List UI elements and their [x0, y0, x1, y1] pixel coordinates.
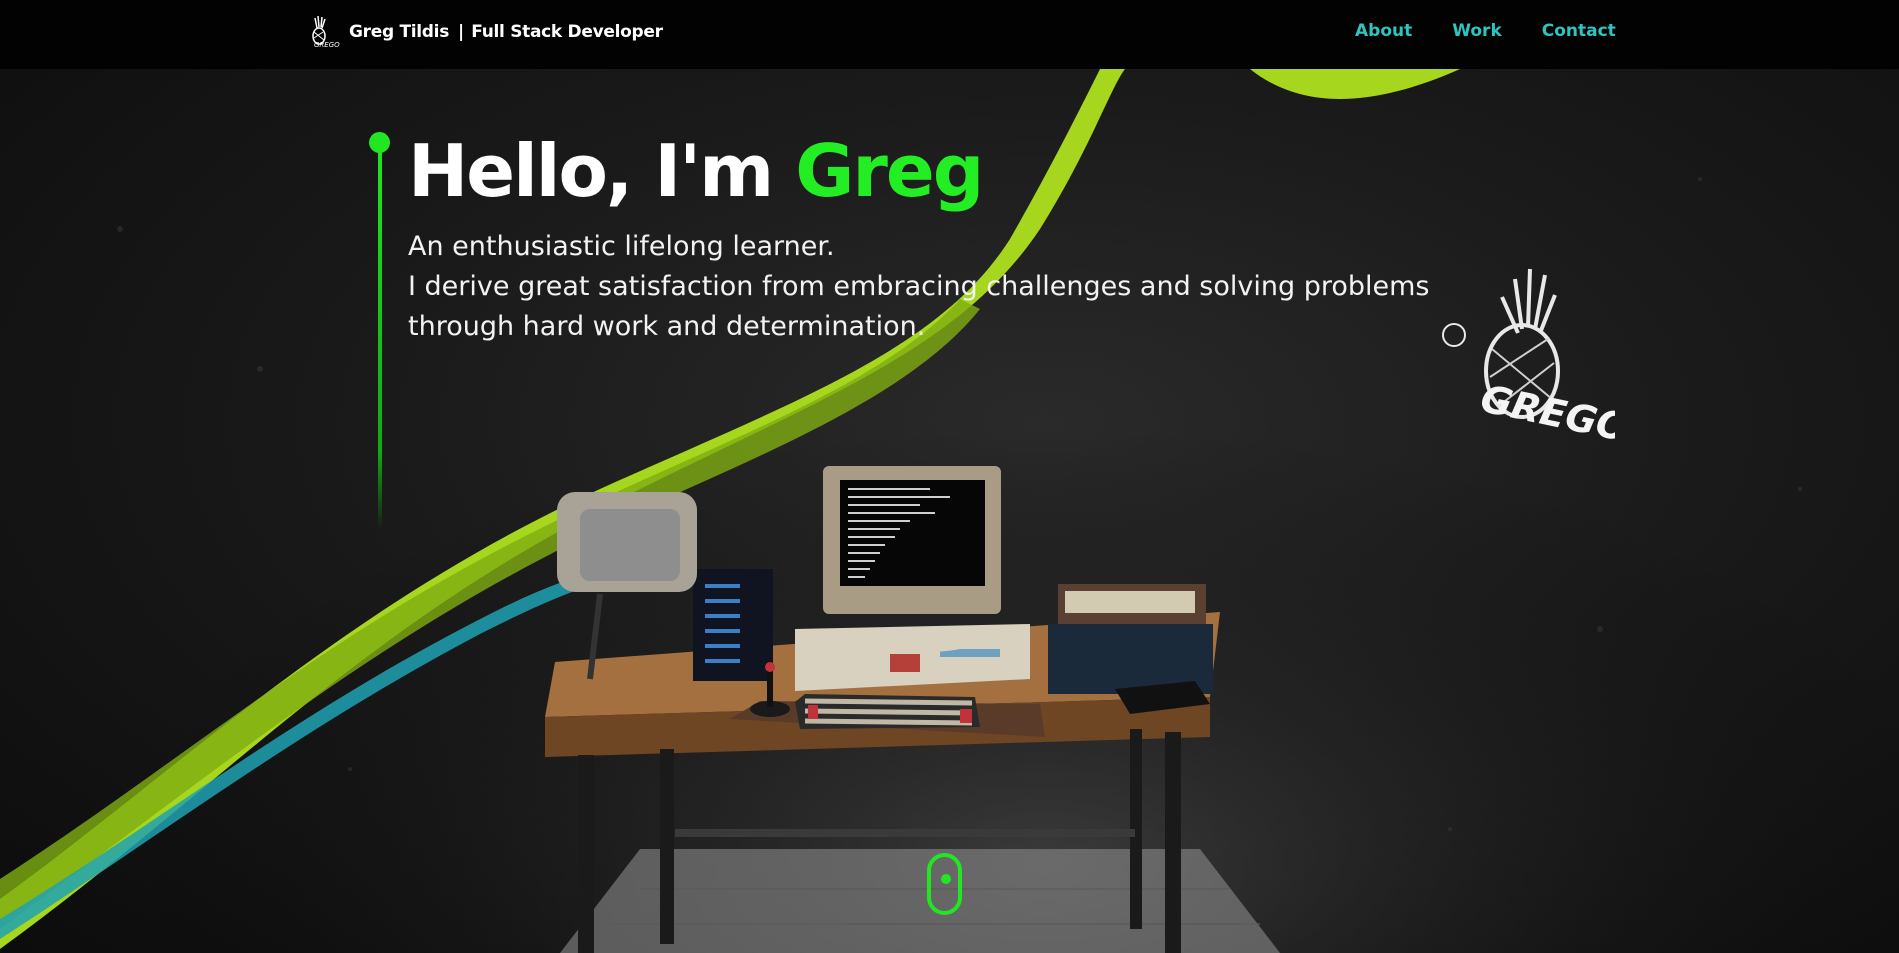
- pineapple-logo-icon: GREGO: [312, 15, 340, 49]
- monitor-screen: [840, 480, 985, 586]
- desk-leg-mid: [660, 749, 674, 944]
- timeline-line: [378, 145, 382, 530]
- name-highlight: Greg: [795, 129, 984, 213]
- desk-leg-right: [1165, 732, 1181, 953]
- brand[interactable]: GREGO Greg Tildis | Full Stack Developer: [303, 14, 663, 50]
- monitor-base: [880, 636, 970, 652]
- nav-links: About Work Contact: [1355, 21, 1656, 41]
- grego-pineapple-logo-icon: GREGO: [1442, 268, 1615, 439]
- crt-screen: [580, 509, 680, 581]
- brand-name: Greg Tildis: [349, 22, 450, 42]
- nav-link-contact[interactable]: Contact: [1542, 21, 1616, 41]
- nav-link-about[interactable]: About: [1355, 21, 1412, 41]
- desk-leg-left: [578, 755, 594, 953]
- tagline-line-1: An enthusiastic lifelong learner.: [408, 231, 835, 262]
- desk-crossbar: [675, 829, 1135, 837]
- teal-ribbon: [0, 564, 620, 939]
- scroll-dot: [941, 874, 951, 884]
- hero-headline: Hello, I'm Greg: [408, 129, 984, 213]
- tagline-line-2: I derive great satisfaction from embraci…: [408, 271, 1430, 302]
- green-ribbon-top: [1250, 69, 1460, 99]
- greeting-text: Hello, I'm: [408, 129, 796, 213]
- tagline-line-3: through hard work and determination.: [408, 311, 926, 342]
- top-navbar: GREGO Greg Tildis | Full Stack Developer…: [0, 0, 1899, 69]
- hero-section: Hello, I'm Greg An enthusiastic lifelong…: [0, 69, 1899, 953]
- nav-link-work[interactable]: Work: [1452, 21, 1502, 41]
- brand-separator: |: [458, 22, 465, 42]
- svg-text:GREGO: GREGO: [314, 41, 340, 49]
- computer-case-vents: [890, 654, 920, 672]
- scroll-down-indicator[interactable]: [927, 853, 962, 915]
- svg-text:GREGO: GREGO: [1477, 376, 1615, 439]
- hero-tagline: An enthusiastic lifelong learner. I deri…: [408, 227, 1458, 347]
- brand-role: Full Stack Developer: [471, 22, 663, 42]
